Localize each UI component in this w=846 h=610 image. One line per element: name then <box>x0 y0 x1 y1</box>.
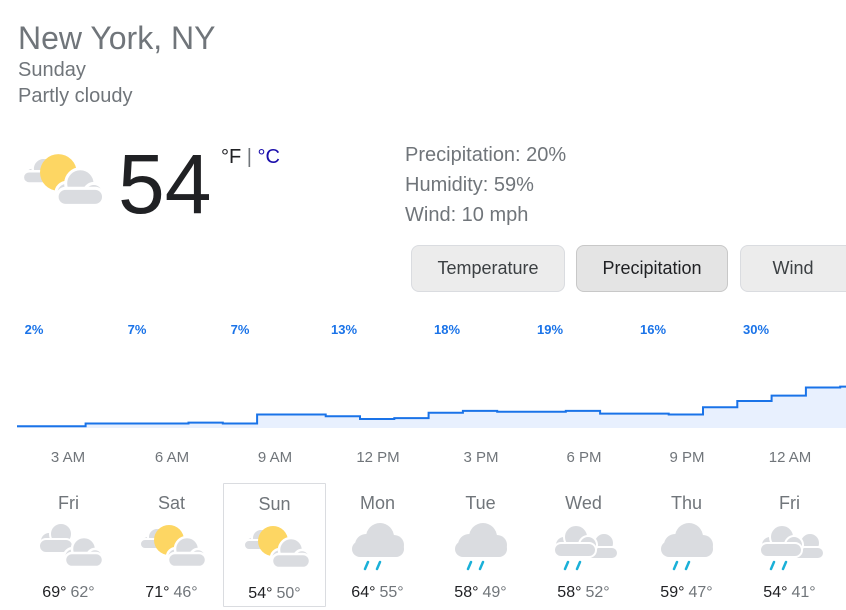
location-title: New York, NY <box>18 20 216 56</box>
unit-toggle: °F | °C <box>221 146 280 169</box>
time-label: 12 PM <box>356 449 400 466</box>
partly-cloudy-icon <box>243 526 312 570</box>
day-name: Mon <box>359 493 395 513</box>
time-label: 6 AM <box>154 449 190 466</box>
day-temps: 64° 55° <box>326 584 429 602</box>
day-temps: 59° 47° <box>635 584 738 602</box>
fahrenheit-unit: °F <box>221 146 242 168</box>
high-temp: 54° <box>248 585 273 602</box>
day-name: Sat <box>157 493 186 513</box>
partly-cloudy-icon <box>21 154 106 207</box>
daily-forecast-mon[interactable]: Mon 64° 55° <box>326 483 429 607</box>
time-label: 6 PM <box>566 449 602 466</box>
time-label: 9 AM <box>257 449 293 466</box>
wind-stat: Wind: 10 mph <box>405 204 529 226</box>
day-temps: 58° 52° <box>532 584 635 602</box>
low-temp: 49° <box>482 584 507 601</box>
precipitation-chart <box>17 385 846 428</box>
day-temps: 54° 41° <box>738 584 841 602</box>
daily-forecast-thu[interactable]: Thu 59° 47° <box>635 483 738 607</box>
low-temp: 50° <box>276 585 301 602</box>
day-temps: 69° 62° <box>17 584 120 602</box>
precip-label: 30% <box>742 322 770 337</box>
precipitation-stat: Precipitation: 20% <box>405 144 567 166</box>
humidity-stat: Humidity: 59% <box>405 174 534 196</box>
tab-precipitation[interactable]: Precipitation <box>576 245 728 292</box>
low-temp: 52° <box>585 584 610 601</box>
tab-temperature[interactable]: Temperature <box>411 245 565 292</box>
precip-label: 2% <box>24 322 44 337</box>
low-temp: 55° <box>379 584 404 601</box>
condition-label: Partly cloudy <box>18 85 133 107</box>
precip-label: 18% <box>433 322 461 337</box>
precip-label: 19% <box>536 322 564 337</box>
day-name: Fri <box>779 493 800 513</box>
daily-forecast-sat[interactable]: Sat 71° 46° <box>120 483 223 607</box>
high-temp: 58° <box>557 584 582 601</box>
low-temp: 46° <box>173 584 198 601</box>
low-temp: 47° <box>688 584 713 601</box>
precip-label: 7% <box>127 322 147 337</box>
time-label: 12 AM <box>768 449 812 466</box>
high-temp: 54° <box>763 584 788 601</box>
day-temps: 71° 46° <box>120 584 223 602</box>
time-label: 9 PM <box>669 449 705 466</box>
daily-forecast-sun[interactable]: Sun 54° 50° <box>223 483 326 607</box>
precip-label: 16% <box>639 322 667 337</box>
high-temp: 71° <box>145 584 170 601</box>
cloudy-icon <box>38 522 105 569</box>
precip-label: 13% <box>330 322 358 337</box>
showers-icon <box>759 524 825 571</box>
day-name: Thu <box>670 493 703 513</box>
daily-forecast-fri[interactable]: Fri 69° 62° <box>17 483 120 607</box>
high-temp: 58° <box>454 584 479 601</box>
day-label: Sunday <box>18 59 86 81</box>
day-name: Tue <box>465 493 496 513</box>
daily-forecast-tue[interactable]: Tue 58° 49° <box>429 483 532 607</box>
day-name: Wed <box>565 493 602 513</box>
partly-cloudy-icon <box>139 525 208 569</box>
low-temp: 41° <box>791 584 816 601</box>
precip-label: 7% <box>230 322 250 337</box>
day-temps: 58° 49° <box>429 584 532 602</box>
celsius-unit-link[interactable]: °C <box>258 146 280 168</box>
high-temp: 59° <box>660 584 685 601</box>
showers-icon <box>553 524 619 571</box>
day-temps: 54° 50° <box>224 585 325 603</box>
high-temp: 64° <box>351 584 376 601</box>
rain-icon <box>661 523 713 571</box>
rain-icon <box>455 523 507 571</box>
current-temperature: 54 <box>118 137 212 231</box>
rain-icon <box>352 523 404 571</box>
tab-wind[interactable]: Wind <box>740 245 846 292</box>
low-temp: 62° <box>70 584 95 601</box>
high-temp: 69° <box>42 584 67 601</box>
time-label: 3 PM <box>463 449 499 466</box>
day-name: Fri <box>58 493 79 513</box>
day-name: Sun <box>258 494 291 514</box>
unit-separator: | <box>241 146 258 168</box>
time-label: 3 AM <box>50 449 86 466</box>
daily-forecast-wed[interactable]: Wed 58° 52° <box>532 483 635 607</box>
daily-forecast-fri-next[interactable]: Fri 54° 41° <box>738 483 841 607</box>
